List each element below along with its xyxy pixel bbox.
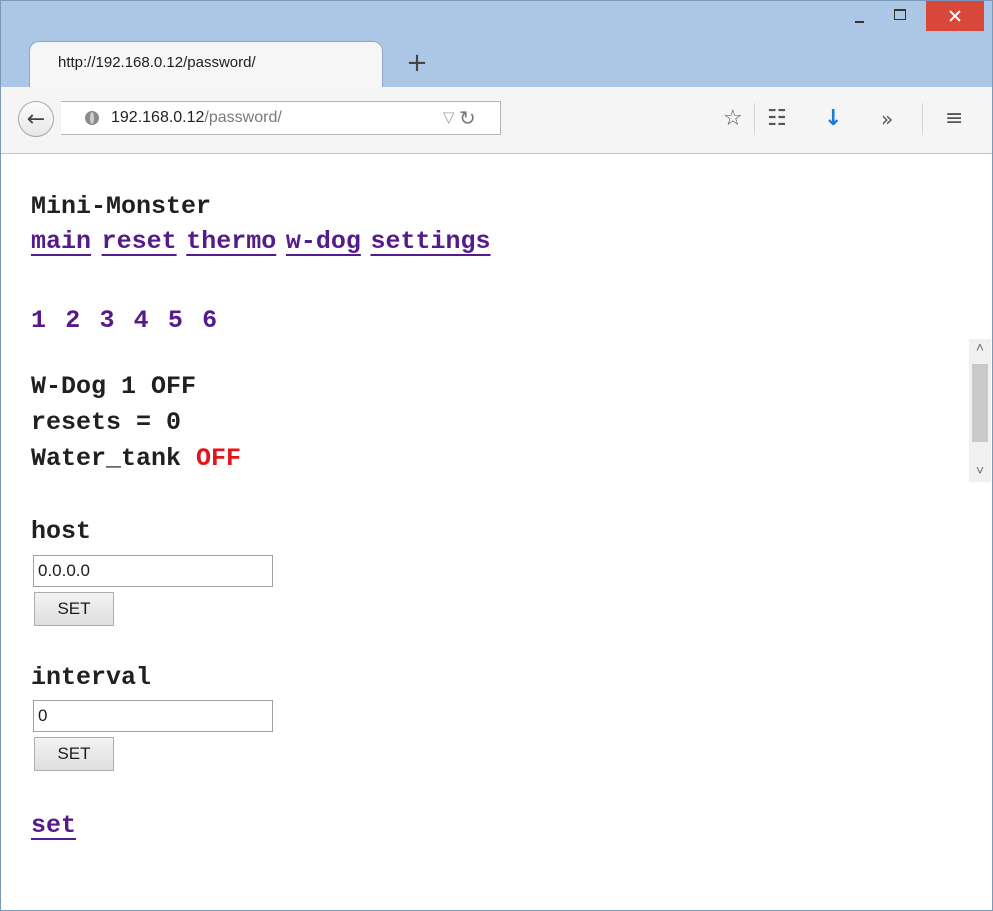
host-input[interactable]: 0.0.0.0: [33, 555, 273, 587]
channel-link-5[interactable]: 5: [168, 306, 183, 335]
new-tab-button[interactable]: +: [403, 49, 431, 77]
tab-title: http://192.168.0.12/password/: [58, 54, 256, 71]
scroll-down-icon[interactable]: ˅: [969, 462, 991, 482]
url-path: /password/: [204, 109, 282, 126]
nav-link-settings[interactable]: settings: [371, 227, 491, 256]
address-bar[interactable]: 192.168.0.12/password/ ▽ ↻: [61, 101, 501, 135]
url-host: 192.168.0.12: [111, 109, 205, 126]
hamburger-menu-icon[interactable]: ≡: [945, 107, 963, 131]
page-content: Mini-Monster main reset thermo w-dog set…: [1, 154, 992, 910]
close-icon[interactable]: [926, 1, 984, 31]
channel-link-1[interactable]: 1: [31, 306, 46, 335]
device-status: Water_tank OFF: [31, 444, 241, 473]
set-link[interactable]: set: [31, 811, 76, 840]
resets-count: resets = 0: [31, 408, 182, 437]
back-arrow-icon[interactable]: ←: [18, 101, 54, 137]
toolbar-divider: [754, 103, 755, 135]
nav-link-thermo[interactable]: thermo: [186, 227, 276, 256]
interval-input[interactable]: 0: [33, 700, 273, 732]
channel-selector: 1 2 3 4 5 6: [31, 306, 217, 335]
interval-label: interval: [31, 663, 152, 692]
page-title: Mini-Monster: [31, 192, 212, 221]
main-nav: main reset thermo w-dog settings: [31, 227, 491, 256]
url-text: 192.168.0.12/password/: [111, 109, 282, 127]
toolbar-divider: [922, 103, 923, 135]
scrollbar[interactable]: ˄ ˅: [969, 339, 991, 482]
channel-link-3[interactable]: 3: [99, 306, 114, 335]
globe-icon: [85, 111, 99, 125]
set-link-wrap: set: [31, 811, 76, 840]
maximize-icon[interactable]: [886, 1, 916, 31]
minimize-icon[interactable]: [845, 1, 875, 31]
wdog-status: W-Dog 1 OFF: [31, 372, 197, 401]
device-name: Water_tank: [31, 444, 182, 473]
host-set-button[interactable]: SET: [34, 592, 114, 626]
navigation-toolbar: ← 192.168.0.12/password/ ▽ ↻ ☆ ☷ ↓ » ≡: [1, 87, 992, 154]
scroll-up-icon[interactable]: ˄: [969, 339, 991, 359]
nav-link-w-dog[interactable]: w-dog: [286, 227, 361, 256]
nav-link-main[interactable]: main: [31, 227, 91, 256]
reload-icon[interactable]: ↻: [459, 106, 476, 130]
clipboard-icon[interactable]: ☷: [767, 107, 787, 131]
title-bar: http://192.168.0.12/password/ +: [1, 1, 992, 87]
dropdown-history-icon[interactable]: ▽: [443, 108, 455, 126]
channel-link-4[interactable]: 4: [134, 306, 149, 335]
channel-link-6[interactable]: 6: [202, 306, 217, 335]
interval-set-button[interactable]: SET: [34, 737, 114, 771]
browser-window: http://192.168.0.12/password/ + ← 192.16…: [0, 0, 993, 911]
browser-tab[interactable]: http://192.168.0.12/password/: [29, 41, 383, 87]
device-state: OFF: [196, 444, 242, 473]
channel-link-2[interactable]: 2: [65, 306, 80, 335]
overflow-icon[interactable]: »: [881, 107, 893, 131]
nav-link-reset[interactable]: reset: [102, 227, 177, 256]
star-icon[interactable]: ☆: [723, 107, 743, 131]
host-label: host: [31, 517, 92, 546]
scrollbar-thumb[interactable]: [972, 364, 988, 442]
download-icon[interactable]: ↓: [824, 107, 842, 131]
